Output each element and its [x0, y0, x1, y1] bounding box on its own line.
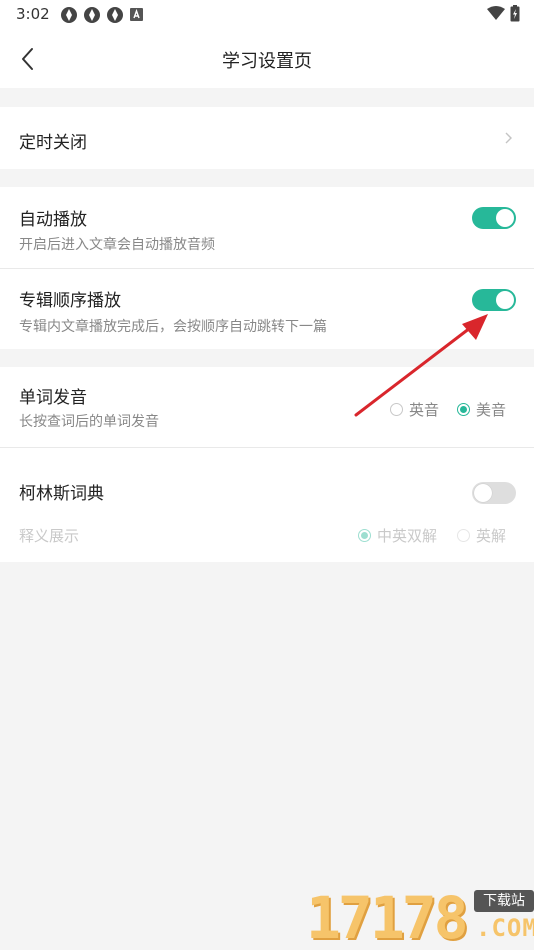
radio-us[interactable]: 美音	[457, 399, 506, 420]
system-status-icons	[487, 5, 520, 22]
wifi-icon	[487, 6, 505, 20]
collins-toggle[interactable]	[472, 482, 516, 504]
watermark-suffix: .COM	[476, 914, 534, 942]
radio-english[interactable]: 英解	[457, 525, 506, 546]
auto-play-toggle[interactable]	[472, 207, 516, 229]
setting-timer-close[interactable]: 定时关闭	[0, 107, 534, 169]
setting-title: 单词发音	[19, 388, 87, 408]
app-notification-icon	[84, 7, 100, 23]
status-time: 3:02	[16, 5, 50, 23]
app-notification-icon	[61, 7, 77, 23]
album-order-toggle[interactable]	[472, 289, 516, 311]
radio-dot	[390, 403, 403, 416]
radio-label: 英解	[476, 527, 507, 545]
toggle-knob	[474, 484, 492, 502]
divider	[0, 268, 534, 269]
setting-title: 专辑顺序播放	[19, 291, 121, 311]
notification-icons	[60, 6, 145, 24]
watermark-number: 17178	[306, 884, 469, 950]
radio-uk[interactable]: 英音	[390, 399, 439, 420]
setting-title: 自动播放	[19, 210, 87, 230]
watermark-logo: 17178 下载站 .COM	[306, 884, 534, 950]
app-notification-icon	[107, 7, 123, 23]
watermark-badge: 下载站	[474, 890, 534, 912]
setting-subtitle: 开启后进入文章会自动播放音频	[19, 237, 215, 253]
app-bar: 学习设置页	[0, 30, 534, 88]
radio-dot-selected	[457, 403, 471, 416]
setting-title: 柯林斯词典	[19, 484, 104, 504]
a-notification-icon	[130, 8, 143, 21]
divider	[0, 447, 534, 448]
radio-label: 美音	[476, 401, 507, 419]
collins-display-radio-group: 中英双解 英解	[358, 525, 506, 546]
toggle-knob	[496, 209, 514, 227]
chevron-right-icon	[505, 132, 512, 144]
radio-dot	[457, 529, 471, 542]
radio-label: 英音	[409, 401, 440, 419]
setting-subtitle: 长按查词后的单词发音	[19, 414, 159, 430]
setting-subtitle: 专辑内文章播放完成后，会按顺序自动跳转下一篇	[19, 319, 327, 335]
toggle-knob	[496, 291, 514, 309]
radio-label: 中英双解	[377, 527, 438, 545]
display-label: 释义展示	[19, 527, 80, 545]
pronunciation-radio-group: 英音 美音	[390, 399, 506, 420]
playback-settings-card: 自动播放 开启后进入文章会自动播放音频 专辑顺序播放 专辑内文章播放完成后，会按…	[0, 187, 534, 349]
status-bar: 3:02	[0, 0, 534, 30]
battery-charging-icon	[510, 5, 520, 22]
dictionary-settings-card: 单词发音 长按查词后的单词发音 英音 美音 柯林斯词典 释义展示 中英双解 英解	[0, 367, 534, 562]
radio-dot-selected	[358, 529, 371, 542]
page-title: 学习设置页	[222, 51, 312, 72]
radio-bilingual[interactable]: 中英双解	[358, 525, 437, 546]
setting-title: 定时关闭	[19, 133, 87, 153]
